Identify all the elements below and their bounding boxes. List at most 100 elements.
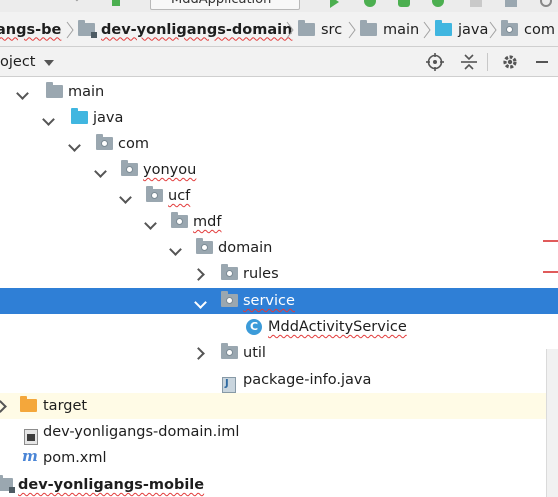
error-stripe-marker[interactable] bbox=[543, 240, 558, 242]
breadcrumb-item-com[interactable]: com bbox=[501, 12, 555, 46]
folder-icon bbox=[298, 20, 315, 36]
breadcrumb-label: java bbox=[458, 21, 489, 38]
package-icon bbox=[221, 264, 238, 280]
chevron-down-icon[interactable] bbox=[18, 87, 28, 97]
breadcrumb-item-module[interactable]: angs-be bbox=[0, 12, 62, 46]
chevron-right-icon bbox=[286, 21, 294, 39]
scrollbar-track[interactable] bbox=[546, 349, 558, 497]
chevron-right-icon bbox=[348, 21, 356, 39]
module-file-icon bbox=[24, 429, 38, 445]
project-tree: main java com yonyou ucf mdf domain rule… bbox=[0, 77, 558, 497]
chevron-right-icon bbox=[489, 21, 497, 39]
build-icon[interactable] bbox=[505, 0, 517, 7]
breadcrumb-item-src[interactable]: src bbox=[298, 12, 343, 46]
breadcrumb-label: main bbox=[383, 21, 420, 38]
tree-row-package-info[interactable]: package-info.java bbox=[0, 367, 558, 393]
chevron-down-icon[interactable] bbox=[44, 113, 54, 123]
package-icon bbox=[96, 134, 113, 150]
stop-icon[interactable] bbox=[470, 0, 482, 7]
collapse-icon[interactable] bbox=[458, 52, 480, 72]
chevron-down-icon[interactable] bbox=[70, 139, 80, 149]
package-icon bbox=[121, 160, 138, 176]
breadcrumb-item-main[interactable]: main bbox=[360, 12, 420, 46]
tree-row-ucf[interactable]: ucf bbox=[0, 183, 558, 209]
tree-row-label: MddActivityService bbox=[268, 319, 407, 335]
tree-row-label: yonyou bbox=[143, 162, 197, 178]
tree-row-label: ucf bbox=[168, 188, 191, 204]
chevron-right-icon bbox=[66, 21, 74, 39]
project-view-selector[interactable]: oject bbox=[0, 47, 35, 77]
package-icon bbox=[196, 238, 213, 254]
run-configuration-dropdown[interactable]: MddApplication bbox=[150, 0, 300, 10]
tree-row-label: mdf bbox=[193, 214, 222, 230]
tree-row-mddactivityservice[interactable]: C MddActivityService bbox=[0, 314, 558, 340]
breadcrumb-label: dev-yonligangs-domain bbox=[101, 21, 293, 38]
tree-row-label: service bbox=[243, 293, 295, 309]
back-arrow-icon[interactable] bbox=[75, 0, 93, 9]
tree-row-label: java bbox=[93, 110, 124, 126]
tree-row-com[interactable]: com bbox=[0, 131, 558, 157]
tree-row-target[interactable]: target bbox=[0, 393, 558, 419]
chevron-right-icon[interactable] bbox=[194, 269, 204, 279]
search-everywhere-icon[interactable] bbox=[540, 0, 552, 7]
module-folder-icon bbox=[78, 20, 97, 38]
package-icon bbox=[221, 291, 238, 307]
chevron-right-icon[interactable] bbox=[194, 348, 204, 358]
java-file-icon bbox=[222, 377, 236, 393]
hammer-icon[interactable] bbox=[112, 0, 120, 6]
chevron-down-icon[interactable] bbox=[96, 165, 106, 175]
tree-row-label: target bbox=[43, 398, 88, 414]
chevron-down-icon[interactable] bbox=[171, 243, 181, 253]
package-icon bbox=[171, 212, 188, 228]
tree-row-java[interactable]: java bbox=[0, 105, 558, 131]
package-icon bbox=[221, 343, 238, 359]
chevron-right-icon[interactable] bbox=[0, 401, 6, 411]
profile-icon[interactable] bbox=[432, 0, 444, 7]
breadcrumb-label: com bbox=[524, 21, 555, 38]
tree-row-label: rules bbox=[243, 266, 279, 282]
breadcrumb-label: src bbox=[321, 21, 343, 38]
tree-row-util[interactable]: util bbox=[0, 340, 558, 366]
hide-icon[interactable] bbox=[532, 52, 554, 72]
breadcrumb-item-java[interactable]: java bbox=[435, 12, 489, 46]
coverage-icon[interactable] bbox=[398, 0, 410, 7]
tree-row-label: domain bbox=[218, 240, 273, 256]
project-panel-header: oject bbox=[0, 47, 558, 77]
tree-row-label: util bbox=[243, 345, 266, 361]
maven-icon: m bbox=[22, 447, 38, 465]
tree-row-label: dev-yonligangs-domain.iml bbox=[43, 424, 240, 440]
breadcrumb-label: angs-be bbox=[0, 21, 62, 38]
tree-row-label: com bbox=[118, 136, 149, 152]
tree-row-iml[interactable]: dev-yonligangs-domain.iml bbox=[0, 419, 558, 445]
source-folder-icon bbox=[435, 20, 452, 36]
breadcrumb: angs-be dev-yonligangs-domain src main j… bbox=[0, 12, 558, 47]
source-folder-icon bbox=[71, 108, 88, 124]
tree-row-domain[interactable]: domain bbox=[0, 235, 558, 261]
tree-row-label: main bbox=[68, 84, 105, 100]
tree-row-yonyou[interactable]: yonyou bbox=[0, 157, 558, 183]
chevron-down-icon[interactable] bbox=[146, 217, 156, 227]
crosshair-icon[interactable] bbox=[424, 52, 446, 72]
tree-row-mdf[interactable]: mdf bbox=[0, 209, 558, 235]
error-stripe-marker[interactable] bbox=[543, 271, 558, 273]
class-icon: C bbox=[246, 319, 262, 335]
package-icon bbox=[501, 20, 518, 36]
debug-icon[interactable] bbox=[364, 0, 376, 7]
package-icon bbox=[146, 186, 163, 202]
chevron-down-icon[interactable] bbox=[121, 191, 131, 201]
gear-icon[interactable] bbox=[499, 52, 521, 72]
dropdown-caret-icon[interactable] bbox=[44, 60, 54, 66]
tree-row-label: dev-yonligangs-mobile bbox=[18, 477, 205, 493]
tree-row-service[interactable]: service bbox=[0, 288, 558, 314]
run-icon[interactable] bbox=[330, 0, 339, 8]
tree-row-pom[interactable]: m pom.xml bbox=[0, 445, 558, 471]
excluded-folder-icon bbox=[20, 396, 37, 412]
breadcrumb-item-domain[interactable]: dev-yonligangs-domain bbox=[78, 12, 293, 46]
chevron-down-icon[interactable] bbox=[196, 296, 206, 306]
chevron-right-icon bbox=[423, 21, 431, 39]
toolbar-divider bbox=[487, 53, 488, 71]
tree-row-mobile-module[interactable]: dev-yonligangs-mobile bbox=[0, 472, 558, 497]
tree-row-main[interactable]: main bbox=[0, 79, 558, 105]
tree-row-rules[interactable]: rules bbox=[0, 261, 558, 287]
module-folder-icon bbox=[0, 475, 15, 493]
